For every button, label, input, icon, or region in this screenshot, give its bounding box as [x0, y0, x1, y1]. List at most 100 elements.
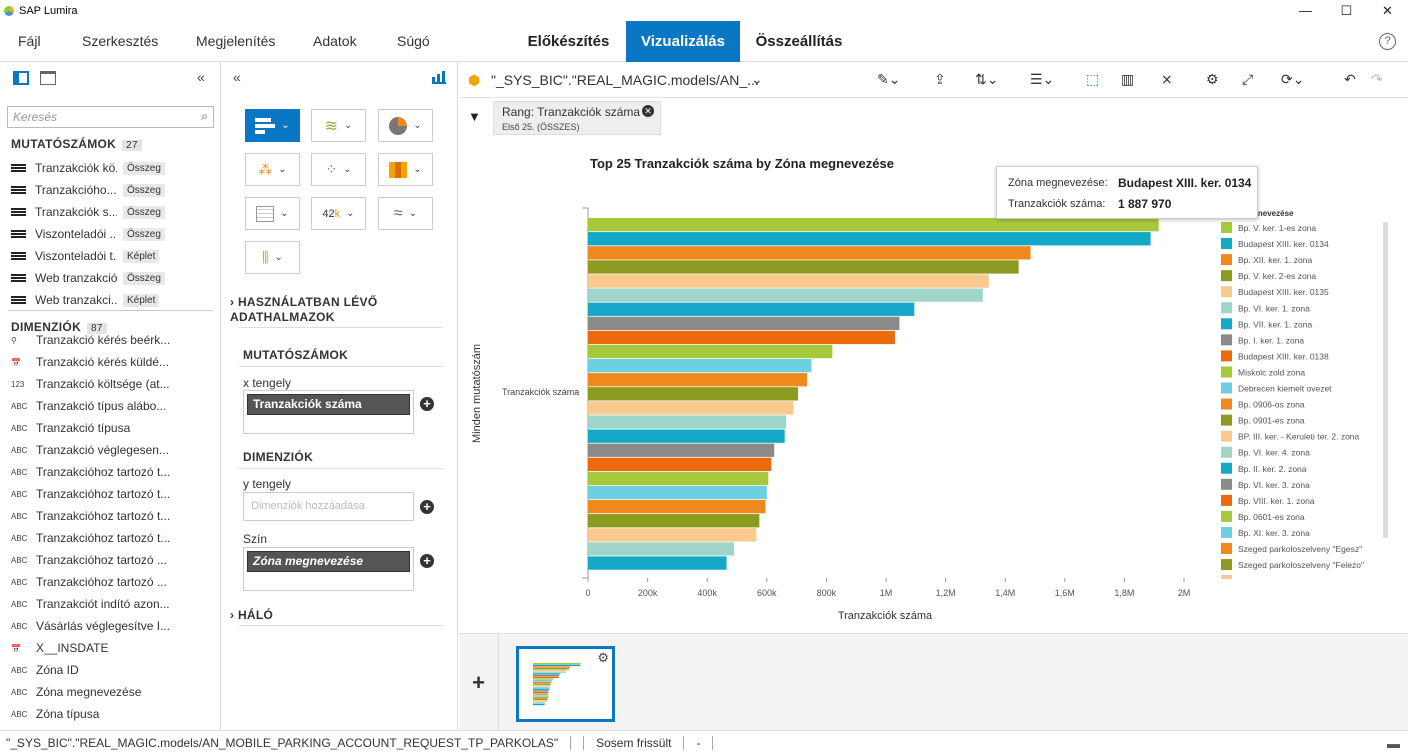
line-chart-button[interactable]: ≋ ⌄	[311, 109, 366, 142]
filter-icon[interactable]: ▼	[468, 109, 481, 124]
bar	[588, 387, 799, 401]
menu-edit[interactable]: Szerkesztés	[82, 21, 158, 62]
dimension-item[interactable]: 📅 Tranzakció kérés küldé...	[11, 351, 211, 373]
dimension-item[interactable]: ABC Tranzakcióhoz tartozó t...	[11, 461, 211, 483]
panel-window-icon[interactable]	[40, 71, 56, 85]
dimension-item[interactable]: ABC Tranzakcióhoz tartozó ...	[11, 571, 211, 593]
visualization-thumbnail[interactable]: ⚙	[516, 646, 615, 722]
menu-help[interactable]: Súgó	[397, 21, 430, 62]
chat-icon[interactable]: ▬	[1387, 736, 1400, 751]
color-pill[interactable]: Zóna megnevezése	[247, 551, 410, 572]
redo-icon[interactable]: ↷	[1371, 71, 1383, 88]
dimension-item[interactable]: ABC Tranzakció típusa	[11, 417, 211, 439]
help-icon[interactable]: ?	[1379, 33, 1396, 50]
minimize-icon[interactable]: —	[1285, 0, 1326, 21]
collapse-icon[interactable]: «	[197, 69, 205, 85]
bar	[588, 274, 989, 288]
tab-visualize[interactable]: Vizualizálás	[626, 21, 740, 62]
heatmap-chart-button[interactable]: ⌄	[378, 153, 433, 186]
thumbnail-bar	[533, 671, 567, 673]
chart-bars-icon[interactable]: ▥	[1121, 71, 1134, 88]
dimension-item[interactable]: ABC Zóna megnevezése	[11, 681, 211, 703]
bar-chart-button[interactable]: ⌄	[245, 109, 300, 142]
datasets-section[interactable]: › HASZNÁLATBAN LÉVŐ ADATHALMAZOK	[230, 295, 377, 325]
measure-item[interactable]: Viszonteladói t... Képlet	[11, 245, 211, 267]
tab-prepare[interactable]: Előkészítés	[515, 21, 622, 62]
numeric-point-button[interactable]: 42k ⌄	[311, 197, 366, 230]
dimension-item[interactable]: ABC Tranzakcióhoz tartozó ...	[11, 549, 211, 571]
bar	[588, 359, 812, 373]
legend-scrollbar[interactable]	[1383, 222, 1388, 538]
measure-icon	[11, 274, 26, 282]
sort-icon[interactable]: ⇅⌄	[975, 71, 998, 88]
legend-swatch	[1221, 382, 1232, 394]
add-color-button[interactable]: +	[420, 554, 434, 568]
numeric-point-icon: 42k	[322, 207, 341, 220]
fullscreen-icon[interactable]: ⤢	[1242, 71, 1253, 88]
maximize-icon[interactable]: ☐	[1326, 0, 1367, 21]
x-axis-dropzone[interactable]: Tranzakciók száma	[243, 390, 414, 434]
undo-icon[interactable]: ↶	[1344, 71, 1356, 88]
add-dimension-button[interactable]: +	[420, 500, 434, 514]
list-icon[interactable]: ☰⌄	[1030, 71, 1054, 88]
measure-item[interactable]: Web tranzakciók Összeg	[11, 267, 211, 289]
collapse-builder-icon[interactable]: «	[233, 69, 241, 85]
status-source: "_SYS_BIC"."REAL_MAGIC.models/AN_MOBILE_…	[6, 736, 559, 750]
box-plot-button[interactable]: ⫼ ⌄	[245, 241, 300, 274]
measure-item[interactable]: Web tranzakci... Képlet	[11, 289, 211, 311]
dimension-item[interactable]: ABC Tranzakcióhoz tartozó t...	[11, 527, 211, 549]
scatter-chart-button[interactable]: ⁘ ⌄	[311, 153, 366, 186]
settings-gear-icon[interactable]: ⚙	[1206, 71, 1219, 88]
dataset-selector[interactable]: "_SYS_BIC"."REAL_MAGIC.models/AN_...	[491, 72, 759, 88]
dimension-item[interactable]: ABC Tranzakcióhoz tartozó t...	[11, 505, 211, 527]
dimension-item[interactable]: ABC Tranzakció véglegesen...	[11, 439, 211, 461]
dimension-item[interactable]: ABC Zóna ID	[11, 659, 211, 681]
bar	[588, 401, 794, 415]
dimension-item[interactable]: ABC Zóna típusa	[11, 703, 211, 725]
menu-view[interactable]: Megjelenítés	[196, 21, 275, 62]
menu-data[interactable]: Adatok	[313, 21, 357, 62]
select-icon[interactable]: ⬚	[1086, 71, 1099, 88]
pencil-icon[interactable]: ✎⌄	[877, 71, 900, 88]
dimension-item[interactable]: ABC Tranzakció típus alábo...	[11, 395, 211, 417]
refresh-icon[interactable]: ⟳⌄	[1281, 71, 1304, 88]
add-visualization-button[interactable]: +	[459, 634, 499, 731]
custom-chart-button[interactable]: ≈ ⌄	[378, 197, 433, 230]
legend-label: Bp. VI. ker. 3. zona	[1238, 480, 1310, 490]
thumbnail-bar	[533, 695, 548, 697]
dimension-item[interactable]: ABC Tranzakcióhoz tartozó t...	[11, 483, 211, 505]
dimension-item[interactable]: ABC Vásárlás véglegesítve I...	[11, 615, 211, 637]
add-measure-button[interactable]: +	[420, 397, 434, 411]
y-axis-dropzone[interactable]: Dimenziók hozzáadása	[243, 492, 414, 521]
dimensions-header: DIMENZIÓK 87	[11, 320, 107, 334]
dataset-dropdown-icon[interactable]: ⌄	[751, 71, 763, 88]
share-icon[interactable]: ⇪	[934, 71, 946, 88]
menu-file[interactable]: Fájl	[18, 21, 41, 62]
rank-filter-chip[interactable]: Rang: Tranzakciók száma Első 25. (ÖSSZES…	[493, 101, 661, 135]
chart-builder-icon[interactable]	[432, 71, 446, 84]
measure-item[interactable]: Tranzakciók kö... Összeg	[11, 157, 211, 179]
tab-compose[interactable]: Összeállítás	[744, 21, 854, 62]
measure-item[interactable]: Tranzakciók s... Összeg	[11, 201, 211, 223]
measure-item[interactable]: Tranzakcióho... Összeg	[11, 179, 211, 201]
table-chart-button[interactable]: ⌄	[245, 197, 300, 230]
color-dropzone[interactable]: Zóna megnevezése	[243, 547, 414, 591]
dimension-item[interactable]: ABC Tranzakciót indító azon...	[11, 593, 211, 615]
dimension-item[interactable]: 123 Tranzakció költsége (at...	[11, 373, 211, 395]
divider	[239, 625, 443, 626]
measure-item[interactable]: Viszonteladói ... Összeg	[11, 223, 211, 245]
clear-icon[interactable]: ⨯	[1161, 71, 1173, 88]
net-section[interactable]: › HÁLÓ	[230, 608, 273, 622]
x-axis-pill[interactable]: Tranzakciók száma	[247, 394, 410, 415]
search-icon[interactable]: ⌕	[201, 109, 208, 124]
aggregation-badge: Képlet	[123, 249, 160, 263]
panel-layout-icon[interactable]	[13, 71, 29, 85]
dimension-item[interactable]: 📅 X__INSDATE	[11, 637, 211, 659]
geo-chart-button[interactable]: ⁂ ⌄	[245, 153, 300, 186]
pie-chart-button[interactable]: ⌄	[378, 109, 433, 142]
close-icon[interactable]: ✕	[1367, 0, 1408, 21]
dimension-item[interactable]: ⚲ Tranzakció kérés beérk...	[11, 334, 211, 351]
search-input[interactable]: Keresés ⌕	[7, 106, 214, 128]
bar-chart-icon	[255, 117, 276, 134]
remove-filter-icon[interactable]: ✕	[642, 105, 654, 117]
